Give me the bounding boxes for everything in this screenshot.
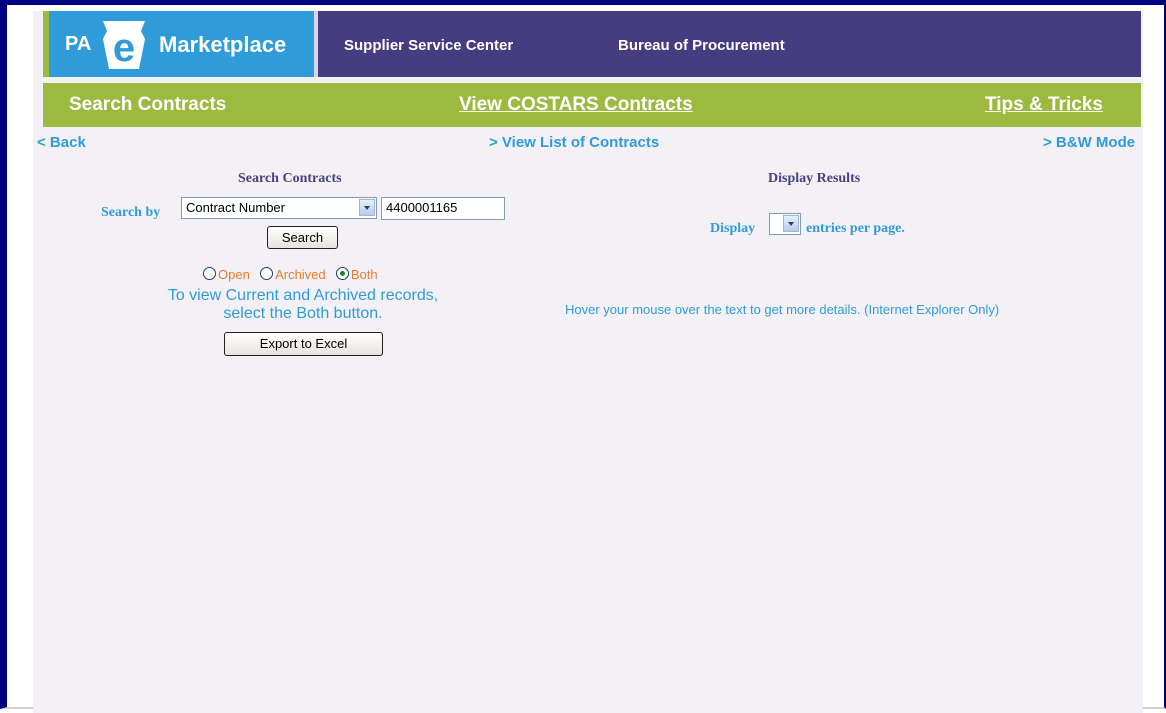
supplier-service-center-link[interactable]: Supplier Service Center	[344, 37, 513, 54]
info-line-2: select the Both button.	[223, 305, 383, 322]
page-content: PA e Marketplace Supplier Service Center…	[33, 11, 1143, 713]
search-by-selected-value: Contract Number	[186, 200, 285, 215]
bureau-of-procurement-link[interactable]: Bureau of Procurement	[618, 37, 785, 54]
back-link[interactable]: < Back	[37, 134, 86, 151]
export-to-excel-button[interactable]: Export to Excel	[224, 332, 383, 356]
radio-open-label[interactable]: Open	[218, 267, 250, 282]
radio-both[interactable]	[335, 267, 349, 280]
view-list-of-contracts-link[interactable]: > View List of Contracts	[489, 134, 659, 151]
keystone-e-icon: e	[103, 21, 145, 70]
site-header: PA e Marketplace Supplier Service Center…	[43, 11, 1141, 77]
search-button[interactable]: Search	[267, 226, 338, 249]
hover-details-note: Hover your mouse over the text to get mo…	[565, 302, 1000, 317]
main-nav-bar: Search Contracts View COSTARS Contracts …	[43, 83, 1141, 127]
logo-marketplace-text: Marketplace	[159, 32, 287, 57]
pa-emarketplace-logo[interactable]: PA e Marketplace	[49, 11, 314, 77]
radio-archived-label[interactable]: Archived	[275, 267, 326, 282]
record-status-radio-group: Open Archived Both	[203, 267, 378, 282]
search-contracts-heading: Search Contracts	[238, 171, 342, 186]
dropdown-arrow-icon[interactable]	[359, 199, 375, 216]
browser-frame: PA e Marketplace Supplier Service Center…	[0, 0, 1166, 713]
logo-pa-text: PA	[65, 33, 92, 55]
header-divider	[314, 11, 318, 77]
bw-mode-link[interactable]: > B&W Mode	[1043, 134, 1135, 151]
radio-both-label[interactable]: Both	[351, 267, 378, 282]
dropdown-arrow-icon[interactable]	[783, 215, 799, 232]
entries-per-page-select[interactable]	[769, 213, 801, 235]
radio-archived[interactable]	[260, 267, 274, 280]
radio-open[interactable]	[203, 267, 216, 280]
contract-number-input[interactable]: 4400001165	[381, 197, 505, 220]
nav-view-costars-contracts[interactable]: View COSTARS Contracts	[459, 94, 693, 116]
display-label: Display	[710, 221, 756, 236]
info-line-1: To view Current and Archived records,	[167, 287, 439, 304]
display-results-heading: Display Results	[768, 171, 861, 186]
search-by-select[interactable]: Contract Number	[181, 197, 377, 219]
entries-per-page-label: entries per page.	[806, 221, 905, 236]
logo-e-letter: e	[113, 26, 135, 70]
nav-tips-tricks[interactable]: Tips & Tricks	[985, 94, 1103, 116]
nav-search-contracts[interactable]: Search Contracts	[69, 94, 226, 116]
search-by-label: Search by	[101, 205, 161, 220]
